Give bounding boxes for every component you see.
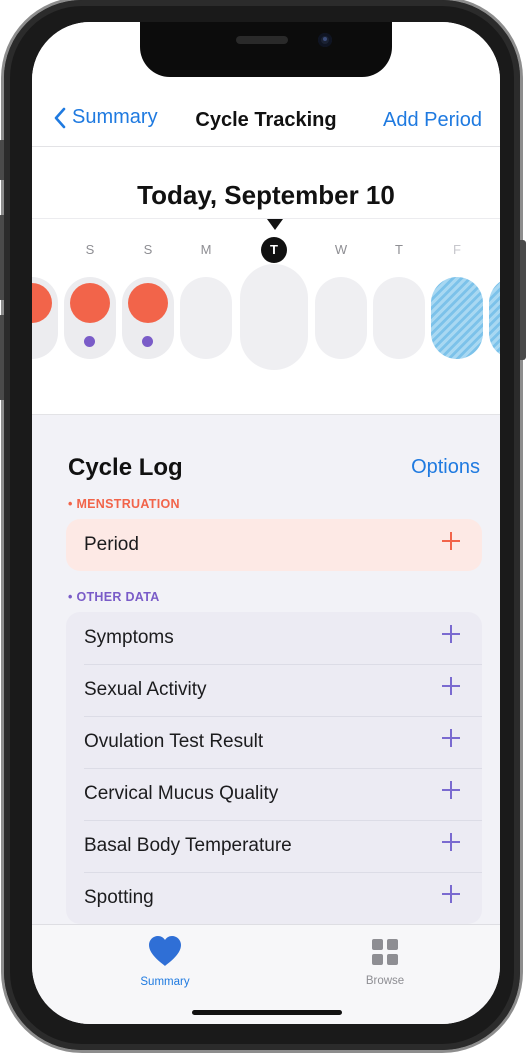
plus-icon[interactable] [442, 833, 460, 851]
list-item-ovulation-test[interactable]: Ovulation Test Result [66, 716, 482, 768]
day-letter: T [395, 242, 403, 257]
home-indicator[interactable] [192, 1010, 342, 1015]
day-pill[interactable] [373, 277, 425, 359]
date-title: Today, September 10 [137, 180, 395, 210]
front-camera [318, 33, 332, 47]
plus-icon[interactable] [442, 781, 460, 799]
weekday-row: S S M T W T F [32, 237, 500, 264]
day-letter-today[interactable]: T [261, 237, 287, 263]
list-item-symptoms[interactable]: Symptoms [66, 612, 482, 664]
side-button [520, 240, 526, 360]
menstruation-section-label: • MENSTRUATION [68, 497, 180, 511]
divider [32, 414, 500, 415]
list-item-basal-temperature[interactable]: Basal Body Temperature [66, 820, 482, 872]
chevron-left-icon [54, 107, 66, 128]
tab-summary-label: Summary [140, 976, 190, 988]
grid-icon [372, 939, 398, 965]
day-letter: M [200, 242, 212, 257]
today-marker-icon [267, 219, 283, 230]
fertile-day-pill[interactable] [431, 277, 483, 359]
notch [140, 22, 392, 77]
list-item-label: Spotting [84, 887, 154, 908]
fertile-day-pill[interactable] [489, 277, 500, 359]
list-item-spotting[interactable]: Spotting [66, 872, 482, 924]
plus-icon[interactable] [442, 532, 460, 550]
day-letter: F [453, 242, 461, 257]
list-item-label: Cervical Mucus Quality [84, 783, 279, 804]
plus-icon[interactable] [442, 677, 460, 695]
cycle-log-title: Cycle Log [68, 454, 183, 481]
list-item-label: Symptoms [84, 627, 174, 648]
period-label: Period [84, 534, 139, 555]
speaker [236, 36, 288, 44]
period-dot-icon [128, 283, 168, 323]
list-item-cervical-mucus[interactable]: Cervical Mucus Quality [66, 768, 482, 820]
day-pill[interactable] [315, 277, 367, 359]
phone-frame: Summary Cycle Tracking Add Period Today,… [0, 0, 526, 1050]
heart-icon [149, 936, 181, 966]
header-area: Summary Cycle Tracking Add Period Today,… [32, 22, 500, 414]
day-letter: S [85, 242, 95, 257]
tab-bar: Summary Browse [32, 924, 500, 1024]
list-item-label: Ovulation Test Result [84, 731, 264, 752]
list-item-label: Sexual Activity [84, 679, 207, 700]
day-letter: W [334, 242, 348, 257]
list-item-label: Basal Body Temperature [84, 835, 292, 856]
list-item-sexual-activity[interactable]: Sexual Activity [66, 664, 482, 716]
menstruation-card: Period [66, 519, 482, 571]
tab-browse[interactable]: Browse [340, 935, 430, 987]
day-pill-today[interactable] [240, 264, 308, 370]
plus-icon[interactable] [442, 885, 460, 903]
add-period-button[interactable]: Add Period [383, 109, 482, 132]
period-row[interactable]: Period [66, 519, 482, 571]
back-button[interactable]: Summary [54, 106, 158, 129]
tab-browse-label: Browse [365, 975, 405, 987]
tab-summary[interactable]: Summary [120, 935, 210, 988]
symptom-dot-icon [84, 336, 95, 347]
symptom-dot-icon [142, 336, 153, 347]
day-letter: S [143, 242, 153, 257]
plus-icon[interactable] [442, 729, 460, 747]
period-dot-icon [70, 283, 110, 323]
options-button[interactable]: Options [411, 456, 480, 479]
day-pill[interactable] [180, 277, 232, 359]
divider [32, 218, 500, 219]
other-data-card: Symptoms Sexual Activity Ovulation Test … [66, 612, 482, 924]
back-label: Summary [72, 106, 158, 128]
navigation-bar: Summary Cycle Tracking Add Period [32, 102, 500, 147]
other-data-section-label: • OTHER DATA [68, 590, 160, 604]
plus-icon[interactable] [442, 625, 460, 643]
screen: Summary Cycle Tracking Add Period Today,… [32, 22, 500, 1024]
